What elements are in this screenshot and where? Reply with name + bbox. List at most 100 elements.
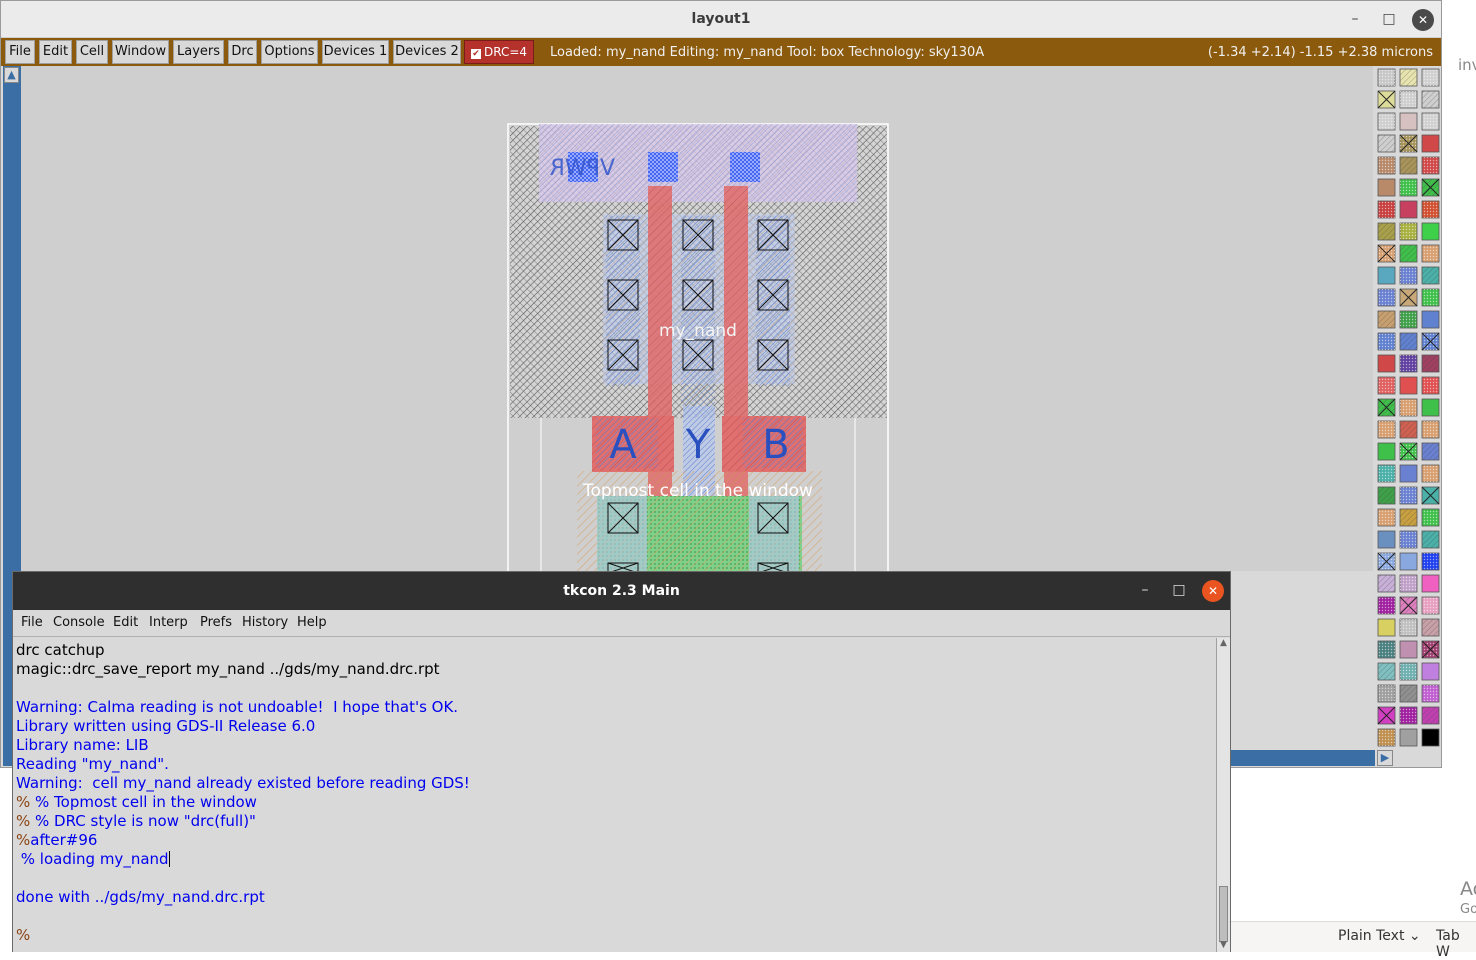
layer-swatch-pattern — [1378, 201, 1395, 218]
layer-swatch[interactable] — [1377, 178, 1396, 197]
layout-status-text: Loaded: my_nand Editing: my_nand Tool: b… — [550, 45, 985, 60]
layer-swatch[interactable] — [1399, 640, 1418, 659]
maximize-icon[interactable]: □ — [1378, 9, 1400, 31]
layer-swatch-pattern — [1400, 311, 1417, 328]
console-line: % % Topmost cell in the window — [16, 793, 1214, 812]
console-scrollbar[interactable]: ▲ ▼ — [1216, 638, 1230, 952]
layer-swatch-pattern — [1378, 333, 1395, 350]
tk-menu-prefs[interactable]: Prefs — [200, 615, 232, 630]
layer-swatch[interactable] — [1377, 266, 1396, 285]
layer-swatch[interactable] — [1421, 134, 1440, 153]
console-line: %after#96 — [16, 831, 1214, 850]
menu-cell[interactable]: Cell — [76, 40, 108, 64]
layer-swatch[interactable] — [1421, 222, 1440, 241]
layer-swatch-pattern — [1422, 707, 1439, 724]
layer-swatch[interactable] — [1399, 200, 1418, 219]
console-line: magic::drc_save_report my_nand ../gds/my… — [16, 660, 1214, 679]
layer-swatch[interactable] — [1399, 552, 1418, 571]
console-prompt: % — [16, 812, 36, 830]
arrow-down-icon[interactable]: ▼ — [1218, 940, 1229, 952]
layer-swatch[interactable] — [1377, 618, 1396, 637]
layer-swatch-pattern — [1422, 465, 1439, 482]
layer-swatch[interactable] — [1421, 728, 1440, 747]
layer-swatch-pattern — [1400, 179, 1417, 196]
console-line-text: magic::drc_save_report my_nand ../gds/my… — [16, 660, 440, 678]
layout-canvas[interactable]: VPWR my_nand A Y B Topmost cell in the w… — [21, 66, 1373, 576]
layer-swatch-pattern — [1400, 421, 1417, 438]
minimize-icon[interactable]: – — [1134, 580, 1156, 602]
scrollbar-thumb[interactable] — [1219, 886, 1228, 942]
menu-window[interactable]: Window — [112, 40, 169, 64]
arrow-right-icon[interactable]: ▶ — [1377, 750, 1393, 766]
console-line-text: Library name: LIB — [16, 736, 149, 754]
close-icon[interactable]: ✕ — [1412, 9, 1434, 31]
tkcon-menubar: File Console Edit Interp Prefs History H… — [13, 610, 1230, 637]
layout-window-titlebar[interactable]: layout1 – □ ✕ — [1, 1, 1441, 38]
menu-edit[interactable]: Edit — [39, 40, 72, 64]
tk-menu-console[interactable]: Console — [53, 615, 105, 630]
layer-swatch-pattern — [1378, 311, 1395, 328]
menu-options[interactable]: Options — [261, 40, 318, 64]
layer-swatch-pattern — [1422, 355, 1439, 372]
layer-swatch[interactable] — [1421, 574, 1440, 593]
arrow-up-icon[interactable]: ▲ — [1218, 638, 1229, 650]
layer-swatch-pattern — [1378, 729, 1395, 746]
minimize-icon[interactable]: – — [1344, 9, 1366, 31]
menu-layers[interactable]: Layers — [173, 40, 224, 64]
layer-swatch[interactable] — [1399, 376, 1418, 395]
layer-swatch-pattern — [1378, 377, 1395, 394]
console-line-text: % Topmost cell in the window — [35, 793, 257, 811]
console-line: % % DRC style is now "drc(full)" — [16, 812, 1214, 831]
layer-swatch[interactable] — [1399, 728, 1418, 747]
layer-swatch[interactable] — [1399, 464, 1418, 483]
layer-swatch-pattern — [1422, 245, 1439, 262]
menu-file[interactable]: File — [5, 40, 35, 64]
layer-swatch[interactable] — [1377, 354, 1396, 373]
layer-swatch-pattern — [1378, 69, 1395, 86]
layer-swatch-pattern — [1400, 267, 1417, 284]
layer-swatch[interactable] — [1377, 530, 1396, 549]
tk-menu-interp[interactable]: Interp — [149, 615, 188, 630]
layer-swatch-pattern — [1422, 377, 1439, 394]
tk-menu-history[interactable]: History — [242, 615, 288, 630]
tk-menu-file[interactable]: File — [21, 615, 43, 630]
layer-swatch-pattern — [1422, 619, 1439, 636]
status-language-selector[interactable]: Plain Text ⌄ — [1338, 928, 1421, 944]
tk-menu-help[interactable]: Help — [297, 615, 327, 630]
layer-swatch-pattern — [1422, 267, 1439, 284]
layer-swatch[interactable] — [1421, 310, 1440, 329]
menu-drc[interactable]: Drc — [228, 40, 257, 64]
console-line: % — [16, 926, 1214, 945]
background-window-fragment: inv — [1458, 56, 1476, 74]
layout-drawing: VPWR my_nand A Y B Topmost cell in the w… — [507, 123, 889, 576]
arrow-up-icon[interactable]: ▲ — [4, 67, 19, 83]
layer-swatches[interactable] — [1375, 66, 1441, 748]
background-window-fragment: Ac — [1460, 878, 1476, 900]
drc-toggle-button[interactable]: ✔ DRC=4 — [464, 40, 534, 64]
layer-swatch-pattern — [1400, 223, 1417, 240]
layer-swatch[interactable] — [1399, 112, 1418, 131]
layer-swatch[interactable] — [1377, 442, 1396, 461]
canvas-message: Topmost cell in the window — [582, 481, 813, 501]
layer-swatch-pattern — [1400, 69, 1417, 86]
layer-swatch[interactable] — [1421, 398, 1440, 417]
layer-swatch-pattern — [1378, 135, 1395, 152]
horizontal-scrollbar[interactable]: ▶ — [1231, 750, 1393, 766]
pin-label-y: Y — [685, 422, 711, 468]
console-line-text: Warning: Calma reading is not undoable! … — [16, 698, 459, 716]
console-line: Reading "my_nand". — [16, 755, 1214, 774]
menu-devices-2[interactable]: Devices 2 — [393, 40, 461, 64]
status-tab-width[interactable]: Tab W — [1436, 928, 1476, 960]
close-icon[interactable]: ✕ — [1202, 580, 1224, 602]
maximize-icon[interactable]: □ — [1168, 580, 1190, 602]
layer-palette — [1375, 66, 1441, 748]
tk-menu-edit[interactable]: Edit — [113, 615, 138, 630]
tkcon-titlebar[interactable]: tkcon 2.3 Main – □ ✕ — [13, 572, 1230, 610]
layer-swatch[interactable] — [1421, 662, 1440, 681]
layer-swatch-pattern — [1422, 553, 1439, 570]
console-output[interactable]: drc catchup magic::drc_save_report my_nan… — [13, 638, 1217, 952]
layer-swatch-pattern — [1400, 355, 1417, 372]
background-window-fragment: Go — [1460, 902, 1476, 917]
menu-devices-1[interactable]: Devices 1 — [322, 40, 389, 64]
